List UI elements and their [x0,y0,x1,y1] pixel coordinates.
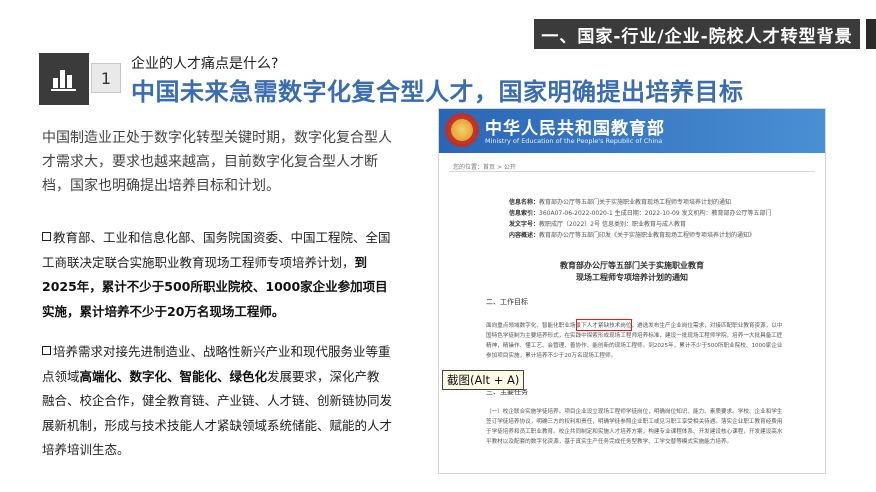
meta-row: 发文字号：教职成厅〔2022〕2号 信息类别：职业教育与成人教育 [509,221,687,228]
ministry-name-en: Ministry of Education of the People's Re… [485,137,663,145]
doc-title-line-1: 教育部办公厅等五部门关于实施职业教育 [560,261,704,270]
meta-row: 信息索引：360A07-06-2022-0020-1 生成日期：2022-10-… [509,210,772,217]
slide-number: 1 [91,63,121,93]
bullet-1: 教育部、工业和信息化部、国务院国资委、中国工程院、全国工商联决定联合实施职业教育… [42,226,392,324]
sub-question: 企业的人才痛点是什么? [131,56,279,72]
doc-title-line-2: 现场工程师专项培养计划的通知 [576,273,688,282]
ministry-name-cn: 中华人民共和国教育部 [485,119,665,139]
national-emblem-icon [445,113,479,147]
ministry-header: 中华人民共和国教育部 Ministry of Education of the … [439,109,825,153]
screenshot-tooltip: 截图(Alt + A) [442,370,525,390]
meta-row: 内容概述：教育部办公厅等五部门印发《关于实施职业教育现场工程师专项培养计划的通知… [509,232,756,239]
meta-row: 信息名称：教育部办公厅等五部门关于实施职业教育现场工程师专项培养计划的通知 [509,199,732,206]
intro-paragraph: 中国制造业正处于数字化转型关键时期，数字化复合型人才需求大，要求也越来越高，目前… [42,130,392,194]
bullet-1-text: 教育部、工业和信息化部、国务院国资委、中国工程院、全国工商联决定联合实施职业教育… [42,230,391,270]
checkbox-icon [42,346,51,355]
section-banner: 一、国家-行业/企业-院校人才转型背景 [534,19,860,49]
bar-chart-icon [39,53,89,105]
bullet-2-bold: 高端化、数字化、智能化、绿色化 [79,368,268,384]
page-title: 中国未来急需数字化复合型人才，国家明确提出培养目标 [131,78,744,106]
document-screenshot: 中华人民共和国教育部 Ministry of Education of the … [438,108,826,474]
breadcrumb: 您的位置：首页 > 公开 [453,164,516,171]
banner-accent [866,19,876,49]
doc-section-heading: 二、工作目标 [486,298,528,306]
bullet-2: 培养需求对接先进制造业、战略性新兴产业和现代服务业等重点领域高端化、数字化、智能… [42,340,392,463]
doc-body-paragraph: （一）校企联合实施学徒培养。项目企业设立现场工程师学徒岗位，明确岗位知识、能力、… [486,409,783,445]
divider [449,171,815,172]
doc-body-paragraph: 面向重点领域数字化、智能化职业场景下人才紧缺技术岗位，遴选发布生产企业岗位需求，… [486,323,783,359]
highlight-box [576,319,632,331]
checkbox-icon [42,232,51,241]
